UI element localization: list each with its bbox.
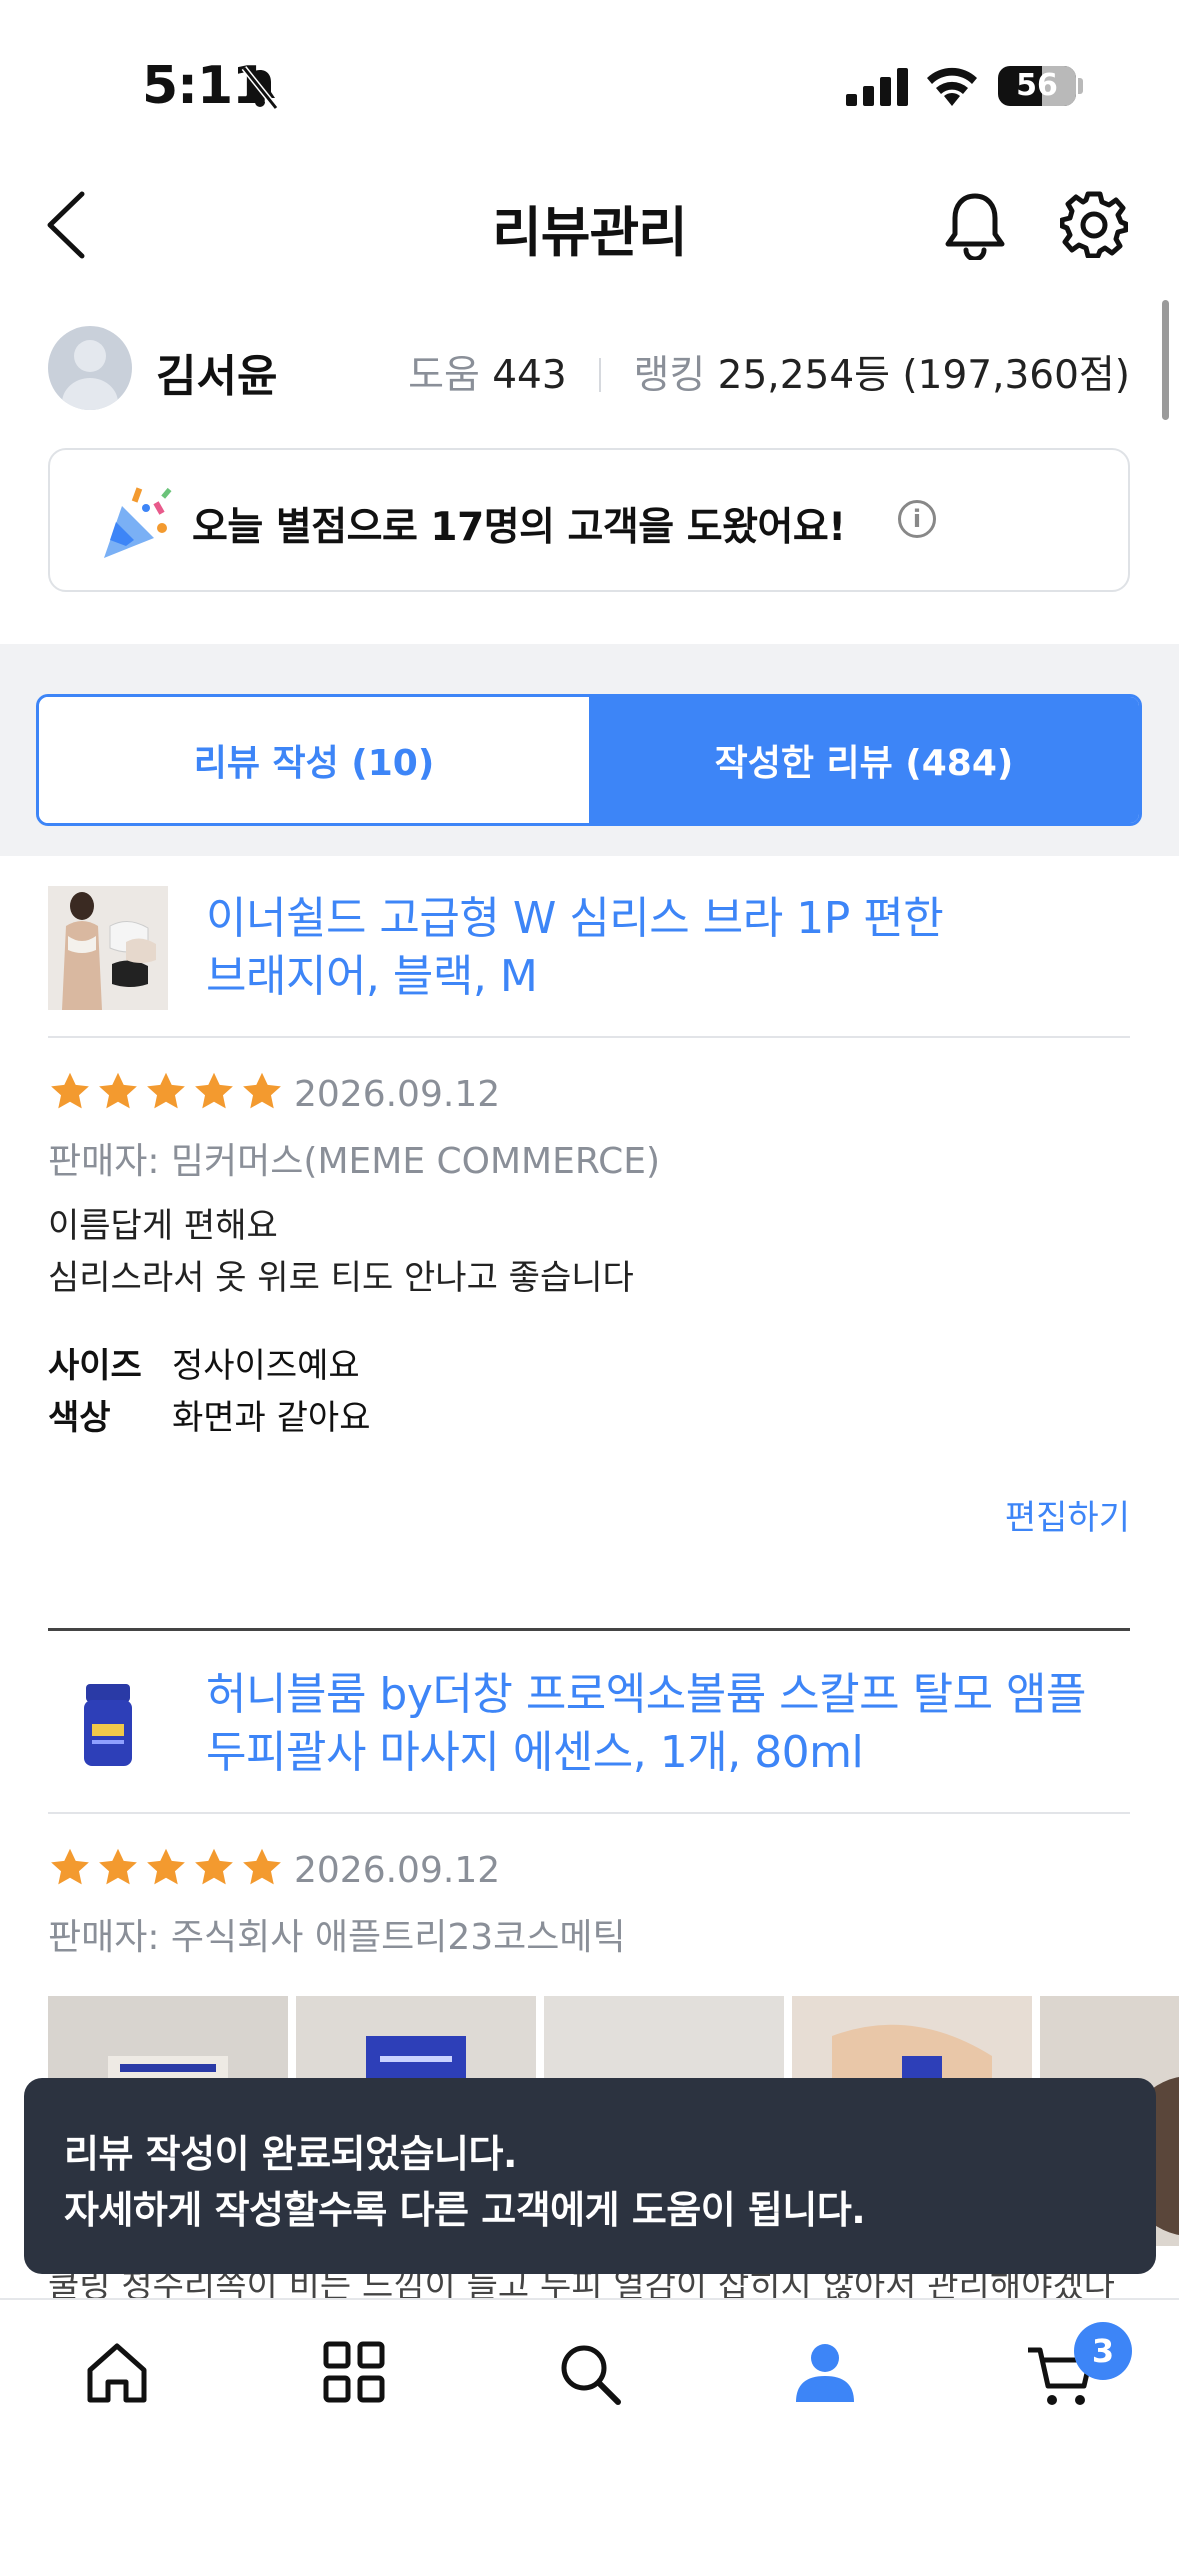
home-icon[interactable] — [84, 2340, 150, 2406]
rank-label: 랭킹 — [633, 353, 706, 398]
divider — [48, 1036, 1130, 1038]
avatar — [48, 326, 132, 410]
notification-bell-icon[interactable] — [942, 190, 1008, 260]
battery-level: 56 — [1016, 68, 1058, 103]
product-title-line: 두피괄사 마사지 에센스, 1개, 80ml — [206, 1727, 864, 1778]
top-header: 리뷰관리 — [0, 170, 1179, 280]
review-date: 2026.09.12 — [294, 1074, 501, 1115]
star-icon — [51, 1848, 89, 1885]
tab-written-reviews[interactable]: 작성한 리뷰 (484) — [589, 697, 1139, 823]
review-body-line: 이름답게 편해요 — [48, 1206, 278, 1246]
review-divider — [48, 1628, 1130, 1631]
battery-icon: 56 — [998, 66, 1076, 106]
help-label: 도움 — [408, 353, 480, 398]
review-tabs: 리뷰 작성 (10) 작성한 리뷰 (484) — [36, 694, 1142, 826]
seller-name: 판매자: 주식회사 애플트리23코스메틱 — [48, 1917, 626, 1958]
party-popper-icon — [104, 487, 172, 558]
rank-value: 25,254등 (197,360점) — [717, 353, 1130, 398]
scrollbar[interactable] — [1162, 300, 1169, 420]
my-page-icon[interactable] — [792, 2340, 858, 2406]
product-thumbnail[interactable] — [48, 1662, 168, 1786]
review-body-line: 심리스라서 옷 위로 티도 안나고 좋습니다 — [48, 1258, 634, 1298]
product-title[interactable]: 허니블룸 by더창 프로엑소볼륨 스칼프 탈모 앰플 두피괄사 마사지 에센스,… — [206, 1666, 1136, 1782]
user-name: 김서윤 — [156, 351, 278, 402]
attribute-key: 색상 — [48, 1398, 111, 1438]
star-icon — [195, 1072, 233, 1109]
review-attribute-color: 색상 화면과 같아요 — [48, 1390, 371, 1439]
stats-divider — [599, 358, 602, 392]
star-icon — [147, 1848, 185, 1885]
review-card: 허니블룸 by더창 프로엑소볼륨 스칼프 탈모 앰플 두피괄사 마사지 에센스,… — [48, 1662, 1130, 1992]
star-icon — [147, 1072, 185, 1109]
cart-count-badge: 3 — [1074, 2322, 1132, 2380]
star-icon — [99, 1848, 137, 1885]
attribute-value: 화면과 같아요 — [172, 1398, 371, 1438]
review-card: 이너쉴드 고급형 W 심리스 브라 1P 편한 브래지어, 블랙, M 2026… — [48, 886, 1130, 1546]
toast-line: 리뷰 작성이 완료되었습니다. — [64, 2132, 517, 2176]
wifi-icon — [927, 67, 977, 106]
product-title-line: 허니블룸 by더창 프로엑소볼륨 스칼프 탈모 앰플 — [206, 1669, 1087, 1720]
attribute-value: 정사이즈예요 — [172, 1346, 360, 1386]
star-icon — [195, 1848, 233, 1885]
review-body: 이름답게 편해요 심리스라서 옷 위로 티도 안나고 좋습니다 — [48, 1200, 634, 1304]
review-attribute-size: 사이즈 정사이즈예요 — [48, 1338, 360, 1387]
product-title-line: 이너쉴드 고급형 W 심리스 브라 1P 편한 — [206, 893, 944, 944]
star-rating — [48, 1070, 284, 1114]
status-bar: 5:11 56 — [0, 0, 1179, 170]
toast-message: 리뷰 작성이 완료되었습니다. 자세하게 작성할수록 다른 고객에게 도움이 됩… — [24, 2078, 1156, 2274]
settings-gear-icon[interactable] — [1060, 190, 1128, 258]
silent-mode-icon — [241, 66, 279, 110]
product-thumbnail[interactable] — [48, 886, 168, 1010]
edit-review-link[interactable]: 편집하기 — [1005, 1490, 1130, 1539]
product-title-line: 브래지어, 블랙, M — [206, 951, 538, 1002]
product-title[interactable]: 이너쉴드 고급형 W 심리스 브라 1P 편한 브래지어, 블랙, M — [206, 890, 1136, 1006]
star-rating — [48, 1846, 284, 1890]
search-icon[interactable] — [556, 2340, 624, 2408]
star-icon — [51, 1072, 89, 1109]
review-date: 2026.09.12 — [294, 1850, 501, 1891]
info-icon[interactable]: i — [898, 500, 936, 538]
helped-banner: 오늘 별점으로 17명의 고객을 도왔어요! i — [48, 448, 1130, 592]
user-stats: 도움 443 랭킹 25,254등 (197,360점) — [408, 344, 1130, 400]
bottom-navigation — [0, 2298, 1179, 2556]
battery-tip — [1078, 78, 1083, 94]
attribute-key: 사이즈 — [48, 1346, 142, 1386]
star-icon — [243, 1072, 281, 1109]
helped-message: 오늘 별점으로 17명의 고객을 도왔어요! — [192, 505, 846, 550]
help-value: 443 — [492, 353, 567, 398]
toast-line: 자세하게 작성할수록 다른 고객에게 도움이 됩니다. — [64, 2188, 866, 2232]
tab-write-review[interactable]: 리뷰 작성 (10) — [39, 697, 589, 823]
star-icon — [99, 1072, 137, 1109]
star-icon — [243, 1848, 281, 1885]
cellular-signal-icon — [846, 68, 908, 106]
category-grid-icon[interactable] — [322, 2340, 386, 2404]
seller-name: 판매자: 밈커머스(MEME COMMERCE) — [48, 1141, 661, 1182]
divider — [48, 1812, 1130, 1814]
profile-summary: 김서윤 도움 443 랭킹 25,254등 (197,360점) — [48, 320, 1130, 420]
